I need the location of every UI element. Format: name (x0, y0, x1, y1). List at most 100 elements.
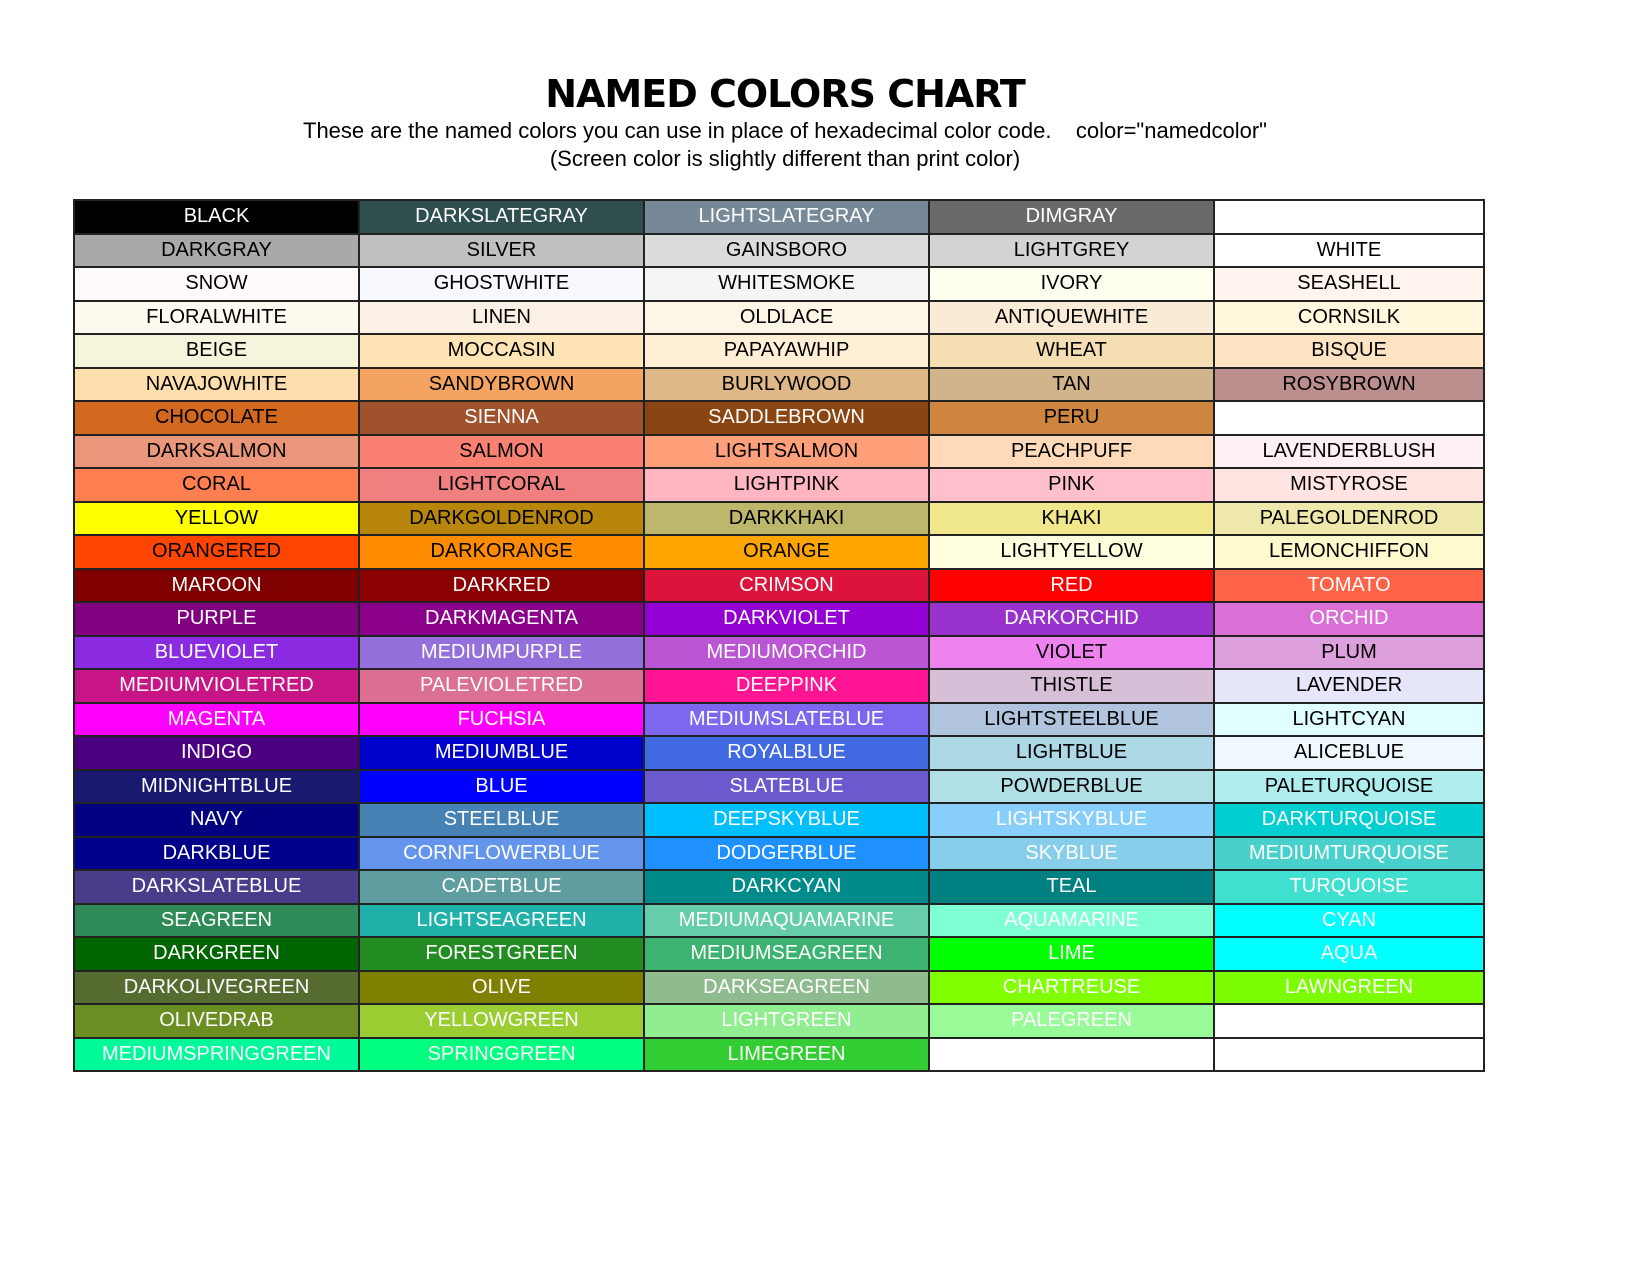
color-swatch-navajowhite: NAVAJOWHITE (73, 366, 360, 402)
color-swatch-peru: PERU (928, 400, 1215, 436)
color-swatch-sandybrown: SANDYBROWN (358, 366, 645, 402)
color-row: PURPLE DARKMAGENTA DARKVIOLET DARKORCHID ORC… (73, 601, 1485, 637)
color-swatch-mediumturquoise: MEDIUMTURQUOISE (1213, 835, 1485, 871)
color-row: INDIGO MEDIUMBLUE ROYALBLUE LIGHTBLUE ALICEB… (73, 735, 1485, 771)
color-row: DARKSALMON SALMON LIGHTSALMON PEACHPUFF LAVE… (73, 433, 1485, 469)
color-swatch-floralwhite: FLORALWHITE (73, 299, 360, 335)
page-title: NAMED COLORS CHART (545, 72, 1026, 116)
color-swatch-papayawhip: PAPAYAWHIP (643, 333, 930, 369)
color-swatch-palegoldenrod: PALEGOLDENROD (1213, 500, 1485, 536)
color-swatch-lavenderblush: LAVENDERBLUSH (1213, 433, 1485, 469)
color-swatch-burlywood: BURLYWOOD (643, 366, 930, 402)
empty-cell (1213, 400, 1485, 436)
empty-cell (1213, 199, 1485, 235)
color-swatch-darkblue: DARKBLUE (73, 835, 360, 871)
color-swatch-darkgreen: DARKGREEN (73, 936, 360, 972)
color-swatch-springgreen: SPRINGGREEN (358, 1036, 645, 1072)
color-swatch-pink: PINK (928, 467, 1215, 503)
color-swatch-cadetblue: CADETBLUE (358, 869, 645, 905)
color-swatch-darkolivegreen: DARKOLIVEGREEN (73, 969, 360, 1005)
color-swatch-silver: SILVER (358, 232, 645, 268)
color-swatch-dodgerblue: DODGERBLUE (643, 835, 930, 871)
color-swatch-snow: SNOW (73, 266, 360, 302)
color-swatch-lightyellow: LIGHTYELLOW (928, 534, 1215, 570)
color-swatch-beige: BEIGE (73, 333, 360, 369)
color-swatch-mediumaquamarine: MEDIUMAQUAMARINE (643, 902, 930, 938)
color-swatch-darksalmon: DARKSALMON (73, 433, 360, 469)
empty-cell (1213, 1003, 1485, 1039)
color-swatch-aqua: AQUA (1213, 936, 1485, 972)
color-swatch-tan: TAN (928, 366, 1215, 402)
color-swatch-slateblue: SLATEBLUE (643, 768, 930, 804)
color-swatch-indigo: INDIGO (73, 735, 360, 771)
color-swatch-lightpink: LIGHTPINK (643, 467, 930, 503)
color-swatch-lightblue: LIGHTBLUE (928, 735, 1215, 771)
color-swatch-cornflowerblue: CORNFLOWERBLUE (358, 835, 645, 871)
color-swatch-lightskyblue: LIGHTSKYBLUE (928, 802, 1215, 838)
color-swatch-mistyrose: MISTYROSE (1213, 467, 1485, 503)
color-swatch-darkviolet: DARKVIOLET (643, 601, 930, 637)
color-swatch-deeppink: DEEPPINK (643, 668, 930, 704)
color-swatch-maroon: MAROON (73, 567, 360, 603)
color-row: DARKGREEN FORESTGREEN MEDIUMSEAGREEN LIME AQ… (73, 936, 1485, 972)
color-swatch-limegreen: LIMEGREEN (643, 1036, 930, 1072)
color-swatch-darkorchid: DARKORCHID (928, 601, 1215, 637)
color-swatch-mediumvioletred: MEDIUMVIOLETRED (73, 668, 360, 704)
color-row: DARKSLATEBLUE CADETBLUE DARKCYAN TEAL TURQUO… (73, 869, 1485, 905)
color-swatch-turquoise: TURQUOISE (1213, 869, 1485, 905)
color-swatch-navy: NAVY (73, 802, 360, 838)
color-swatch-darkturquoise: DARKTURQUOISE (1213, 802, 1485, 838)
color-swatch-rosybrown: ROSYBROWN (1213, 366, 1485, 402)
color-swatch-seagreen: SEAGREEN (73, 902, 360, 938)
color-swatch-teal: TEAL (928, 869, 1215, 905)
color-swatch-skyblue: SKYBLUE (928, 835, 1215, 871)
color-swatch-orangered: ORANGERED (73, 534, 360, 570)
color-swatch-white: WHITE (1213, 232, 1485, 268)
color-swatch-mediumseagreen: MEDIUMSEAGREEN (643, 936, 930, 972)
color-swatch-blueviolet: BLUEVIOLET (73, 634, 360, 670)
color-swatch-orchid: ORCHID (1213, 601, 1485, 637)
color-row: ORANGERED DARKORANGE ORANGE LIGHTYELLOW LEMO… (73, 534, 1485, 570)
color-swatch-darkcyan: DARKCYAN (643, 869, 930, 905)
color-swatch-darkgray: DARKGRAY (73, 232, 360, 268)
color-swatch-peachpuff: PEACHPUFF (928, 433, 1215, 469)
color-row: FLORALWHITE LINEN OLDLACE ANTIQUEWHITE CORNS… (73, 299, 1485, 335)
empty-cell (1213, 1036, 1485, 1072)
color-swatch-lightcyan: LIGHTCYAN (1213, 701, 1485, 737)
color-swatch-mediumslateblue: MEDIUMSLATEBLUE (643, 701, 930, 737)
color-swatch-chocolate: CHOCOLATE (73, 400, 360, 436)
color-swatch-khaki: KHAKI (928, 500, 1215, 536)
color-row: BLACK DARKSLATEGRAY LIGHTSLATEGRAY DIMGRAY (73, 199, 1485, 235)
print-note: (Screen color is slightly different than… (549, 146, 1021, 171)
color-swatch-darkorange: DARKORANGE (358, 534, 645, 570)
color-swatch-whitesmoke: WHITESMOKE (643, 266, 930, 302)
color-swatch-darkgoldenrod: DARKGOLDENROD (358, 500, 645, 536)
color-row: NAVY STEELBLUE DEEPSKYBLUE LIGHTSKYBLUE DARK… (73, 802, 1485, 838)
color-swatch-aliceblue: ALICEBLUE (1213, 735, 1485, 771)
color-swatch-seashell: SEASHELL (1213, 266, 1485, 302)
color-swatch-lime: LIME (928, 936, 1215, 972)
color-swatch-crimson: CRIMSON (643, 567, 930, 603)
color-swatch-lightgrey: LIGHTGREY (928, 232, 1215, 268)
color-swatch-red: RED (928, 567, 1215, 603)
color-swatch-oldlace: OLDLACE (643, 299, 930, 335)
color-swatch-ivory: IVORY (928, 266, 1215, 302)
color-swatch-mediumblue: MEDIUMBLUE (358, 735, 645, 771)
color-row: MEDIUMSPRINGGREEN SPRINGGREEN LIMEGREEN (73, 1036, 1485, 1072)
color-swatch-black: BLACK (73, 199, 360, 235)
color-swatch-darkslateblue: DARKSLATEBLUE (73, 869, 360, 905)
color-swatch-coral: CORAL (73, 467, 360, 503)
color-swatch-lawngreen: LAWNGREEN (1213, 969, 1485, 1005)
color-swatch-darkkhaki: DARKKHAKI (643, 500, 930, 536)
color-row: CHOCOLATE SIENNA SADDLEBROWN PERU (73, 400, 1485, 436)
color-swatch-lightsteelblue: LIGHTSTEELBLUE (928, 701, 1215, 737)
color-swatch-mediumorchid: MEDIUMORCHID (643, 634, 930, 670)
color-swatch-palevioletred: PALEVIOLETRED (358, 668, 645, 704)
color-swatch-steelblue: STEELBLUE (358, 802, 645, 838)
color-swatch-ghostwhite: GHOSTWHITE (358, 266, 645, 302)
color-swatch-lemonchiffon: LEMONCHIFFON (1213, 534, 1485, 570)
color-swatch-bisque: BISQUE (1213, 333, 1485, 369)
color-swatch-saddlebrown: SADDLEBROWN (643, 400, 930, 436)
color-row: MAROON DARKRED CRIMSON RED TOMATO (73, 567, 1485, 603)
color-swatch-deepskyblue: DEEPSKYBLUE (643, 802, 930, 838)
